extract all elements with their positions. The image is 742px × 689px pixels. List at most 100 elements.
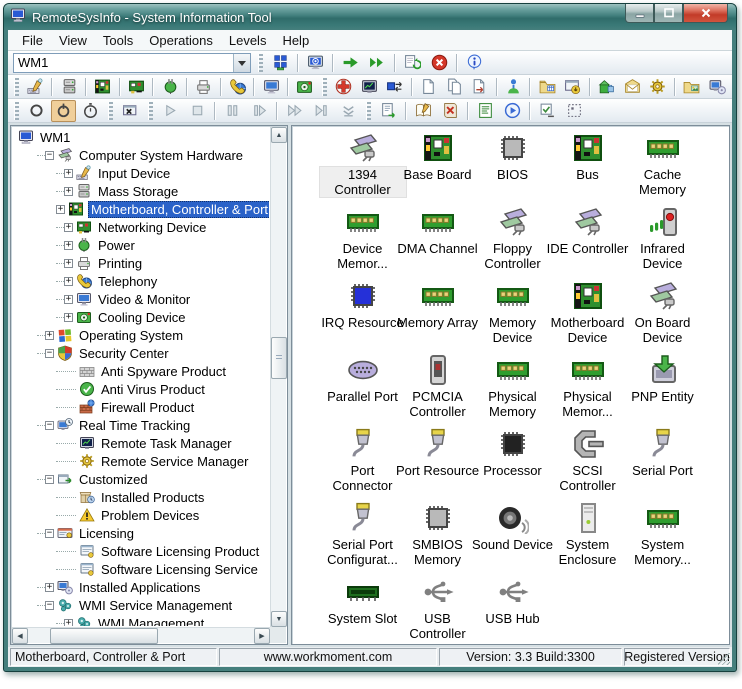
installed-apps-button[interactable] <box>705 76 729 98</box>
grid-item[interactable]: IRQ Resource <box>325 280 400 354</box>
combo-dropdown-icon[interactable] <box>233 54 250 72</box>
tree-item[interactable]: +Printing <box>12 254 269 272</box>
grid-item[interactable]: Floppy Controller <box>475 206 550 280</box>
telephony-button[interactable] <box>226 76 250 98</box>
network-computers-button[interactable] <box>268 52 293 74</box>
stop-playback-button[interactable] <box>185 100 210 122</box>
menu-help[interactable]: Help <box>274 31 317 50</box>
tree-item[interactable]: −Licensing <box>12 524 269 542</box>
grid-item[interactable]: Port Resource <box>400 428 475 502</box>
run-query-button[interactable] <box>338 52 363 74</box>
step-button[interactable] <box>247 100 272 122</box>
media-folder-button[interactable] <box>680 76 704 98</box>
expand-expander-icon[interactable]: + <box>56 205 65 214</box>
pause-button[interactable] <box>220 100 245 122</box>
grid-item[interactable]: Base Board <box>400 132 475 206</box>
close-button[interactable] <box>683 4 728 23</box>
grid-item[interactable]: Sound Device <box>475 502 550 576</box>
maximize-button[interactable] <box>654 4 683 23</box>
title-bar[interactable]: RemoteSysInfo - System Information Tool <box>4 4 736 30</box>
menu-tools[interactable]: Tools <box>95 31 141 50</box>
collapse-expander-icon[interactable]: − <box>45 421 54 430</box>
tree-item[interactable]: −WMI Service Management <box>12 596 269 614</box>
tree-item[interactable]: +Input Device <box>12 164 269 182</box>
power-toggle-button[interactable] <box>51 100 76 122</box>
installed-products-button[interactable] <box>502 76 526 98</box>
minimize-button[interactable] <box>625 4 654 23</box>
menu-levels[interactable]: Levels <box>221 31 275 50</box>
expand-expander-icon[interactable]: + <box>64 241 73 250</box>
export-report-button[interactable] <box>400 52 425 74</box>
copy-document-button[interactable] <box>442 76 466 98</box>
security-center-button[interactable] <box>332 76 356 98</box>
run-report-button[interactable] <box>500 100 525 122</box>
scroll-left-icon[interactable]: ◀ <box>12 628 28 644</box>
expand-expander-icon[interactable]: + <box>64 187 73 196</box>
grid-item[interactable]: IDE Controller <box>550 206 625 280</box>
collapse-button[interactable] <box>336 100 361 122</box>
grid-item[interactable]: On Board Device <box>625 280 700 354</box>
expand-expander-icon[interactable]: + <box>64 313 73 322</box>
grid-item[interactable]: System Slot <box>325 576 400 645</box>
toolbar-grip[interactable] <box>108 102 113 120</box>
tree-item[interactable]: +Video & Monitor <box>12 290 269 308</box>
motherboard-button[interactable] <box>91 76 115 98</box>
edit-book-button[interactable] <box>411 100 436 122</box>
toolbar-grip[interactable] <box>366 102 371 120</box>
grid-item[interactable]: SCSI Controller <box>550 428 625 502</box>
horizontal-scroll-thumb[interactable] <box>50 628 158 644</box>
expand-expander-icon[interactable]: + <box>64 619 73 627</box>
grid-item[interactable]: SMBIOS Memory <box>400 502 475 576</box>
grid-item[interactable]: BIOS <box>475 132 550 206</box>
grid-item[interactable]: Cache Memory <box>625 132 700 206</box>
grid-item[interactable]: Processor <box>475 428 550 502</box>
collapse-expander-icon[interactable]: − <box>45 349 54 358</box>
tree-item[interactable]: Remote Service Manager <box>12 452 269 470</box>
toolbar-grip[interactable] <box>148 102 153 120</box>
grid-item[interactable]: System Enclosure <box>550 502 625 576</box>
scheduled-folder-button[interactable] <box>535 76 559 98</box>
options-checkbox-button[interactable] <box>535 100 560 122</box>
networking-device-button[interactable] <box>125 76 149 98</box>
scroll-right-icon[interactable]: ▶ <box>254 628 270 644</box>
tree-item[interactable]: −Security Center <box>12 344 269 362</box>
mail-button[interactable] <box>620 76 644 98</box>
grid-item[interactable]: PNP Entity <box>625 354 700 428</box>
scroll-up-icon[interactable]: ▲ <box>271 127 287 143</box>
product-button[interactable] <box>595 76 619 98</box>
tree-item[interactable]: +Mass Storage <box>12 182 269 200</box>
grid-item[interactable]: System Memory... <box>625 502 700 576</box>
save-document-button[interactable] <box>468 76 492 98</box>
services-button[interactable] <box>383 76 407 98</box>
toolbar-grip[interactable] <box>322 78 327 96</box>
menu-view[interactable]: View <box>51 31 95 50</box>
tree-item[interactable]: +Installed Applications <box>12 578 269 596</box>
resize-grip[interactable] <box>718 653 730 665</box>
grid-item[interactable]: Port Connector <box>325 428 400 502</box>
new-document-button[interactable] <box>417 76 441 98</box>
collapse-expander-icon[interactable]: − <box>45 475 54 484</box>
selection-box-button[interactable] <box>562 100 587 122</box>
tree-item[interactable]: Problem Devices <box>12 506 269 524</box>
timer-button[interactable] <box>78 100 103 122</box>
close-book-button[interactable] <box>438 100 463 122</box>
log-export-button[interactable] <box>376 100 401 122</box>
collapse-expander-icon[interactable]: − <box>45 601 54 610</box>
grid-item[interactable]: Device Memor... <box>325 206 400 280</box>
grid-item[interactable]: 1394 Controller <box>325 132 400 206</box>
collapse-expander-icon[interactable]: − <box>45 529 54 538</box>
grid-item[interactable]: Parallel Port <box>325 354 400 428</box>
grid-item[interactable]: Memory Array <box>400 280 475 354</box>
toolbar-grip[interactable] <box>258 54 263 72</box>
tree-item[interactable]: +Cooling Device <box>12 308 269 326</box>
fast-forward-button[interactable] <box>282 100 307 122</box>
expand-expander-icon[interactable]: + <box>64 259 73 268</box>
tree-item[interactable]: +Operating System <box>12 326 269 344</box>
delete-window-button[interactable] <box>118 100 143 122</box>
grid-item[interactable]: Serial Port Configurat... <box>325 502 400 576</box>
tree-horizontal-scrollbar[interactable]: ◀ ▶ <box>12 627 270 643</box>
tree-item[interactable]: −Real Time Tracking <box>12 416 269 434</box>
grid-item[interactable]: USB Controller <box>400 576 475 645</box>
grid-item[interactable]: Serial Port <box>625 428 700 502</box>
real-time-tracking-button[interactable] <box>357 76 381 98</box>
